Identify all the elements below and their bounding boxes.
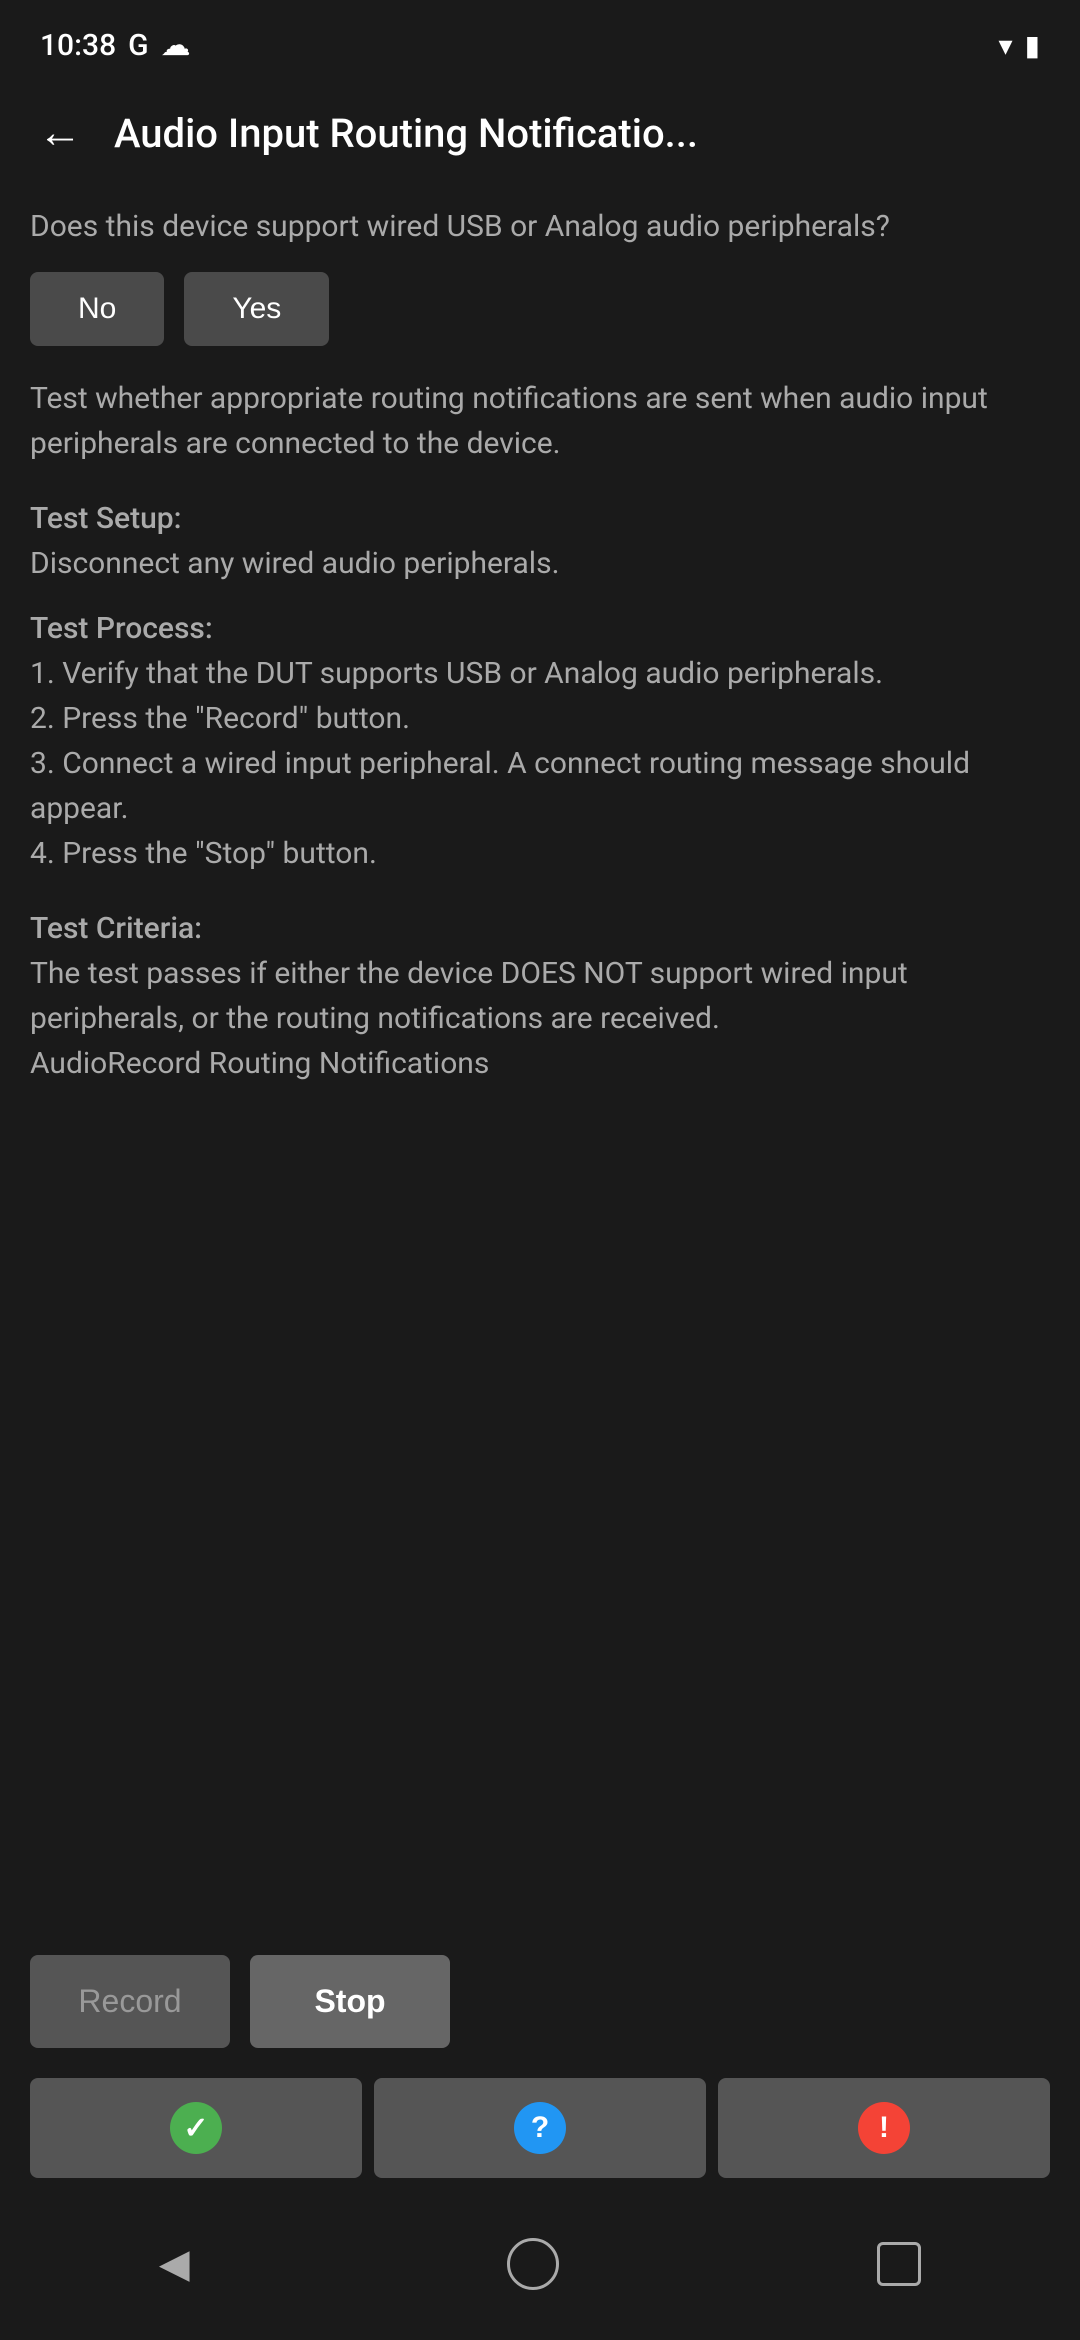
main-content: Does this device support wired USB or An… <box>0 186 1080 1925</box>
status-left: 10:38 G ☁ <box>40 28 191 63</box>
page-title: Audio Input Routing Notificatio... <box>114 110 698 157</box>
cloud-icon: ☁ <box>161 28 191 63</box>
question-text: Does this device support wired USB or An… <box>30 206 1050 248</box>
nav-back-button[interactable]: ◀ <box>119 2231 230 2297</box>
no-button[interactable]: No <box>30 272 164 346</box>
test-criteria-section: Test Criteria: The test passes if either… <box>30 906 1050 1086</box>
nav-bar: ◀ <box>0 2198 1080 2340</box>
question-icon: ? <box>514 2102 566 2154</box>
wifi-icon: ▾ <box>999 29 1013 62</box>
pass-icon: ✓ <box>170 2102 222 2154</box>
google-icon: G <box>128 28 148 63</box>
back-button[interactable]: ← <box>30 100 90 166</box>
description-text: Test whether appropriate routing notific… <box>30 376 1050 466</box>
nav-back-icon: ◀ <box>159 2242 190 2286</box>
nav-recents-icon <box>877 2242 921 2286</box>
yes-button[interactable]: Yes <box>184 272 329 346</box>
test-criteria-body: The test passes if either the device DOE… <box>30 956 908 1036</box>
status-bar: 10:38 G ☁ ▾ ▮ <box>0 0 1080 80</box>
fail-icon: ! <box>858 2102 910 2154</box>
test-criteria-label: Test Criteria: <box>30 911 202 946</box>
test-setup-section: Test Setup: Disconnect any wired audio p… <box>30 496 1050 586</box>
nav-home-icon <box>507 2238 559 2290</box>
test-criteria-tag: AudioRecord Routing Notifications <box>30 1046 489 1081</box>
test-setup-label: Test Setup: <box>30 501 182 536</box>
fail-button[interactable]: ! <box>718 2078 1050 2178</box>
choice-button-row: No Yes <box>30 272 1050 346</box>
info-button[interactable]: ? <box>374 2078 706 2178</box>
nav-recents-button[interactable] <box>837 2232 961 2296</box>
result-buttons-container: ✓ ? ! <box>0 2068 1080 2198</box>
action-buttons-container: Record Stop <box>0 1925 1080 2068</box>
pass-button[interactable]: ✓ <box>30 2078 362 2178</box>
test-process-body: 1. Verify that the DUT supports USB or A… <box>30 656 970 871</box>
record-button[interactable]: Record <box>30 1955 230 2048</box>
battery-icon: ▮ <box>1025 29 1040 62</box>
nav-home-button[interactable] <box>467 2228 599 2300</box>
test-process-section: Test Process: 1. Verify that the DUT sup… <box>30 606 1050 876</box>
stop-button[interactable]: Stop <box>250 1955 450 2048</box>
header: ← Audio Input Routing Notificatio... <box>0 80 1080 186</box>
status-right: ▾ ▮ <box>999 29 1040 62</box>
test-process-label: Test Process: <box>30 611 213 646</box>
time-display: 10:38 <box>40 28 116 63</box>
test-setup-body: Disconnect any wired audio peripherals. <box>30 546 560 581</box>
